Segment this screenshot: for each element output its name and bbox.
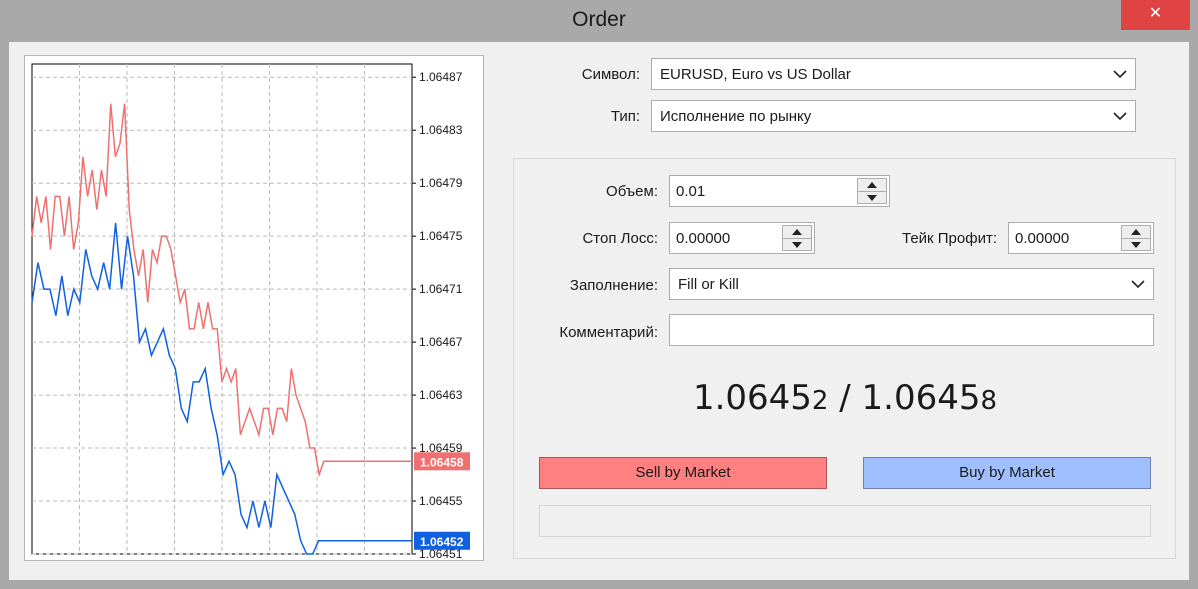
take-profit-value: 0.00000 [1015,230,1070,247]
triangle-up-icon [867,182,877,188]
volume-label: Объем: [606,183,658,200]
volume-stepper[interactable] [857,178,887,204]
triangle-down-icon [867,195,877,201]
y-tick-label: 1.06487 [419,70,463,84]
stop-loss-field[interactable]: 0.00000 [669,222,815,254]
window-title: Order [572,8,626,31]
stop-loss-up-button[interactable] [783,226,811,238]
ask-price-last-digit: 8 [980,386,998,416]
ask-price-main: 1.0645 [861,378,981,418]
y-tick-label: 1.06483 [419,123,463,137]
symbol-value: EURUSD, Euro vs US Dollar [660,66,851,83]
volume-field[interactable]: 0.01 [669,175,890,207]
sell-by-market-button[interactable]: Sell by Market [539,457,827,489]
stop-loss-label: Стоп Лосс: [582,230,658,247]
take-profit-field[interactable]: 0.00000 [1008,222,1154,254]
bid-price-tag-label: 1.06452 [420,535,464,549]
ask-price-tag-label: 1.06458 [420,455,464,469]
stop-loss-value: 0.00000 [676,230,731,247]
buy-by-market-button[interactable]: Buy by Market [863,457,1151,489]
take-profit-stepper[interactable] [1121,225,1151,251]
chevron-down-icon [1113,70,1127,79]
order-window: Order ✕ 1.06487 1.06483 1.06479 1.06475 1.06… [0,0,1198,589]
close-icon: ✕ [1148,5,1163,22]
volume-value: 0.01 [676,183,706,200]
tick-chart: 1.06487 1.06483 1.06479 1.06475 1.06471 1.064… [31,63,470,560]
stop-loss-stepper[interactable] [782,225,812,251]
volume-down-button[interactable] [858,191,886,204]
triangle-up-icon [792,229,802,235]
triangle-down-icon [792,242,802,248]
comment-field[interactable] [669,314,1154,346]
tick-chart-panel: 1.06487 1.06483 1.06479 1.06475 1.06471 1.064… [24,55,484,561]
close-button[interactable]: ✕ [1121,0,1190,30]
fill-policy-label: Заполнение: [569,277,658,294]
triangle-up-icon [1131,229,1141,235]
bid-price-main: 1.0645 [692,378,812,418]
status-bar [539,505,1151,537]
y-tick-label: 1.06467 [419,335,463,349]
bid-ask-quote: 1.06452 / 1.06458 [520,378,1170,418]
title-bar[interactable]: Order ✕ [0,0,1198,40]
y-tick-label: 1.06471 [419,282,463,296]
comment-label: Комментарий: [559,324,658,341]
triangle-down-icon [1131,242,1141,248]
bid-price-last-digit: 2 [811,386,829,416]
type-label: Тип: [610,108,640,125]
stop-loss-down-button[interactable] [783,238,811,251]
order-parameters-group [513,158,1176,559]
symbol-label: Символ: [581,66,640,83]
take-profit-down-button[interactable] [1122,238,1150,251]
fill-policy-select[interactable]: Fill or Kill [669,268,1154,300]
y-tick-label: 1.06463 [419,388,463,402]
y-tick-label: 1.06479 [419,176,463,190]
type-value: Исполнение по рынку [660,108,812,125]
symbol-select[interactable]: EURUSD, Euro vs US Dollar [651,58,1136,90]
take-profit-label: Тейк Профит: [902,230,997,247]
chevron-down-icon [1131,280,1145,289]
chevron-down-icon [1113,112,1127,121]
y-tick-label: 1.06455 [419,494,463,508]
type-select[interactable]: Исполнение по рынку [651,100,1136,132]
y-tick-label: 1.06475 [419,229,463,243]
volume-up-button[interactable] [858,179,886,191]
fill-policy-value: Fill or Kill [678,276,739,293]
quote-separator: / [828,378,862,418]
take-profit-up-button[interactable] [1122,226,1150,238]
